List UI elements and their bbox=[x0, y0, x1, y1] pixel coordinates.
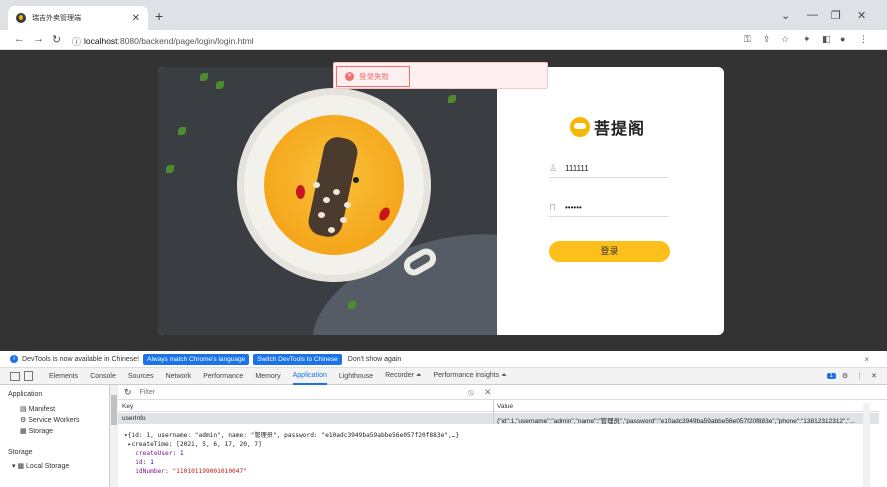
devtools-infobar: i DevTools is now available in Chinese! … bbox=[0, 351, 887, 368]
close-window-icon[interactable]: ✕ bbox=[857, 9, 866, 22]
brand-logo: 菩提阁 bbox=[570, 115, 645, 139]
more-options-icon[interactable]: ⋮ bbox=[856, 372, 863, 380]
sidebar-item-manifest[interactable]: ▤ Manifest bbox=[20, 405, 55, 413]
password-value: •••••• bbox=[565, 203, 582, 212]
user-icon: ♙ bbox=[549, 163, 558, 173]
tab-search-icon[interactable]: ⌄ bbox=[781, 9, 790, 22]
value-preview[interactable]: ▾{id: 1, username: "admin", name: "管理员",… bbox=[124, 431, 864, 476]
tab-application[interactable]: Application bbox=[292, 368, 327, 385]
tab-console[interactable]: Console bbox=[90, 369, 116, 384]
row-key: userInfo bbox=[122, 415, 146, 422]
preview-createtime[interactable]: ▸createTime: [2021, 5, 6, 17, 20, 7] bbox=[124, 441, 262, 448]
clear-all-icon[interactable]: ⦸ bbox=[468, 387, 474, 398]
value-column-header[interactable]: Value bbox=[497, 403, 513, 410]
delete-selected-icon[interactable]: ✕ bbox=[484, 387, 492, 398]
share-icon[interactable]: ⇪ bbox=[763, 34, 771, 45]
login-form: 菩提阁 ♙ 111111 ⊓ •••••• 登录 bbox=[497, 67, 724, 335]
new-tab-icon[interactable]: + bbox=[155, 8, 163, 24]
tab-network[interactable]: Network bbox=[166, 369, 192, 384]
panel-scrollbar[interactable] bbox=[863, 403, 870, 487]
filter-input[interactable]: Filter bbox=[140, 389, 156, 396]
tab-title: 瑞吉外卖管理端 bbox=[32, 15, 81, 22]
dont-show-again-link[interactable]: Don't show again bbox=[348, 356, 401, 363]
table-header: Key Value bbox=[118, 401, 879, 412]
devtools-sidebar: Application ▤ Manifest ⚙ Service Workers… bbox=[0, 385, 110, 487]
switch-language-button[interactable]: Switch DevTools to Chinese bbox=[253, 353, 342, 365]
menu-icon[interactable]: ⋮ bbox=[859, 34, 868, 45]
lock-icon: ⊓ bbox=[549, 202, 557, 212]
tab-recorder[interactable]: Recorder ⏶ bbox=[385, 368, 421, 384]
info-icon: i bbox=[10, 355, 18, 363]
reload-icon[interactable]: ↻ bbox=[52, 33, 61, 46]
sidebar-item-service-workers[interactable]: ⚙ Service Workers bbox=[20, 416, 79, 424]
sidebar-scrollbar[interactable] bbox=[110, 385, 118, 487]
error-message: 登录失败 bbox=[359, 72, 389, 81]
url-field[interactable]: localhost:8080/backend/page/login/login.… bbox=[84, 36, 254, 46]
tab-elements[interactable]: Elements bbox=[49, 369, 78, 384]
sidebar-item-local-storage[interactable]: ▾ ▦ Local Storage bbox=[12, 462, 69, 470]
extensions-icon[interactable]: ✦ bbox=[803, 34, 811, 45]
username-value: 111111 bbox=[565, 164, 589, 173]
storage-panel: ↻ Filter ⦸ ✕ Key Value userInfo {"id":1,… bbox=[118, 385, 887, 487]
inspect-element-icon[interactable] bbox=[10, 371, 20, 381]
browser-tab[interactable]: 瑞吉外卖管理端 ✕ bbox=[8, 6, 148, 30]
forward-icon[interactable]: → bbox=[33, 33, 44, 45]
tab-memory[interactable]: Memory bbox=[255, 369, 280, 384]
close-devtools-icon[interactable]: ✕ bbox=[871, 372, 877, 380]
row-value: {"id":1,"username":"admin","name":"管理员",… bbox=[497, 418, 855, 424]
close-tab-icon[interactable]: ✕ bbox=[132, 13, 140, 24]
tab-sources[interactable]: Sources bbox=[128, 369, 154, 384]
password-field[interactable]: ⊓ •••••• bbox=[549, 199, 669, 217]
back-icon[interactable]: ← bbox=[14, 33, 25, 45]
settings-gear-icon[interactable]: ⚙ bbox=[842, 372, 848, 380]
key-icon[interactable]: ⚿ bbox=[744, 34, 751, 45]
site-favicon-icon bbox=[16, 13, 26, 23]
match-language-button[interactable]: Always match Chrome's language bbox=[143, 353, 250, 365]
login-card: 菩提阁 ♙ 111111 ⊓ •••••• 登录 bbox=[158, 67, 724, 335]
star-icon[interactable]: ☆ bbox=[781, 34, 789, 45]
page-viewport: 菩提阁 ♙ 111111 ⊓ •••••• 登录 bbox=[0, 50, 887, 351]
browser-tab-bar: 瑞吉外卖管理端 ✕ + ⌄ — ❐ ✕ bbox=[0, 0, 887, 30]
restore-icon[interactable]: ❐ bbox=[831, 9, 841, 22]
food-photo bbox=[158, 67, 497, 335]
error-message-box: ✕ 登录失败 bbox=[336, 66, 410, 87]
sidebar-section-storage: Storage bbox=[8, 449, 33, 456]
key-column-header[interactable]: Key bbox=[122, 403, 133, 410]
sidebar-section-application: Application bbox=[8, 391, 43, 398]
devtools-tab-bar: Elements Console Sources Network Perform… bbox=[0, 368, 887, 385]
error-icon: ✕ bbox=[345, 72, 354, 81]
tab-lighthouse[interactable]: Lighthouse bbox=[339, 369, 373, 384]
table-row[interactable]: userInfo {"id":1,"username":"admin","nam… bbox=[118, 413, 879, 424]
infobar-close-icon[interactable]: × bbox=[864, 355, 869, 364]
brand-logo-icon bbox=[570, 117, 590, 137]
minimize-icon[interactable]: — bbox=[807, 9, 818, 21]
issues-badge[interactable]: 1 bbox=[826, 373, 836, 379]
profile-icon[interactable]: ● bbox=[840, 34, 845, 44]
login-button[interactable]: 登录 bbox=[549, 241, 670, 262]
username-field[interactable]: ♙ 111111 bbox=[549, 160, 669, 178]
filter-toolbar: ↻ Filter ⦸ ✕ bbox=[118, 385, 887, 400]
preview-root[interactable]: ▾{id: 1, username: "admin", name: "管理员",… bbox=[124, 432, 459, 439]
refresh-icon[interactable]: ↻ bbox=[124, 387, 132, 398]
tab-performance[interactable]: Performance bbox=[203, 369, 243, 384]
infobar-message: DevTools is now available in Chinese! bbox=[22, 355, 140, 363]
column-divider[interactable] bbox=[493, 401, 494, 424]
device-toolbar-icon[interactable] bbox=[24, 371, 33, 381]
sidepanel-icon[interactable]: ◧ bbox=[822, 34, 831, 45]
brand-name: 菩提阁 bbox=[594, 121, 646, 138]
tab-performance-insights[interactable]: Performance insights ⏶ bbox=[433, 368, 506, 384]
site-info-icon[interactable]: ⓘ bbox=[72, 35, 81, 48]
sidebar-item-storage[interactable]: ▦ Storage bbox=[20, 427, 53, 435]
